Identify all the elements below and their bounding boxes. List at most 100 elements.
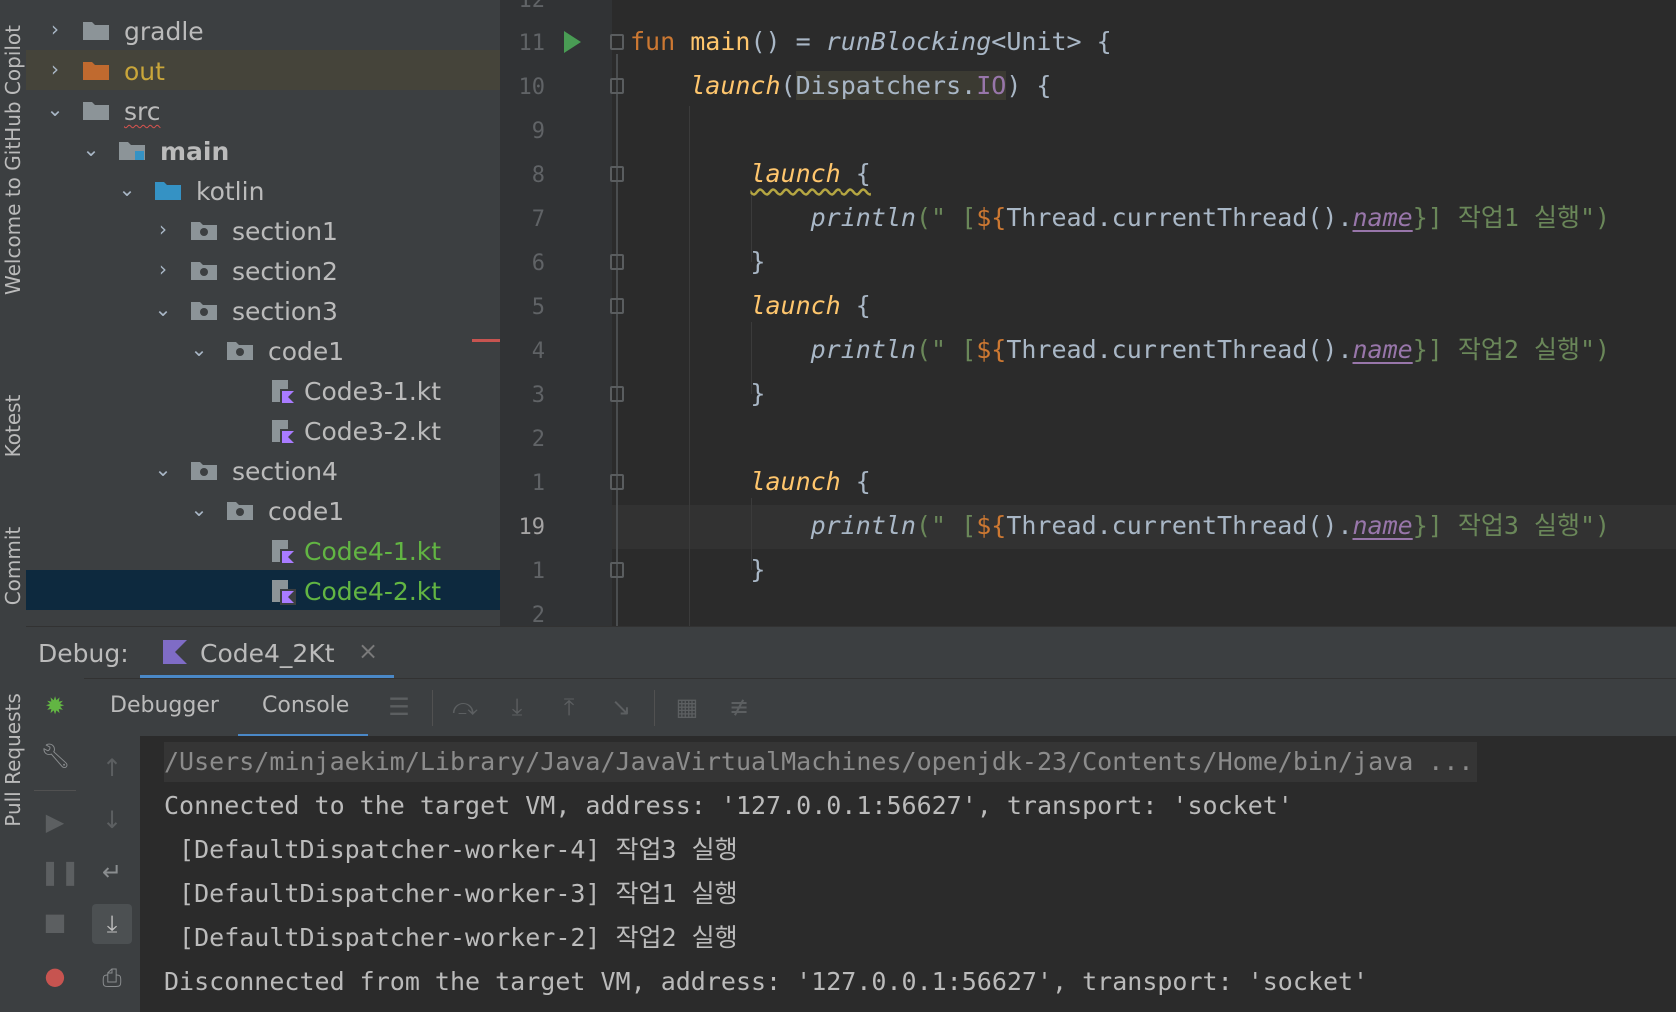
- tree-item-code4-2[interactable]: Code4-2.kt: [26, 570, 500, 610]
- code-line-11: fun main() = runBlocking<Unit> {: [630, 22, 1112, 62]
- code-editor[interactable]: 12 11 10 9 8 7 6 5 4 3 2 1 19 1 2 fun ma…: [500, 0, 1676, 626]
- fold-marker-icon[interactable]: [610, 386, 624, 402]
- code-token: name: [1352, 511, 1413, 540]
- step-out-icon[interactable]: ⤒: [554, 693, 584, 721]
- console-actions-bar: ↑ ↓ ↵ ⤓ ⎙: [84, 736, 141, 1012]
- tree-item-label: main: [160, 137, 230, 166]
- scroll-to-end-icon: ⤓: [106, 910, 118, 938]
- tree-item-section1[interactable]: › section1: [26, 210, 500, 250]
- fold-marker-icon[interactable]: [610, 254, 624, 270]
- kotlin-file-icon: [270, 379, 298, 405]
- chevron-down-icon[interactable]: ⌄: [190, 498, 208, 520]
- scroll-to-end-button[interactable]: ⤓: [92, 904, 132, 944]
- print-icon[interactable]: ⎙: [97, 964, 127, 992]
- code-token: main: [690, 27, 751, 56]
- step-into-icon[interactable]: ⤓: [502, 693, 532, 721]
- view-breakpoints-icon[interactable]: ●: [40, 962, 70, 990]
- settings-wrench-icon[interactable]: 🔧︎: [40, 742, 70, 770]
- chevron-right-icon[interactable]: ›: [46, 58, 64, 80]
- code-token: Thread.currentThread().: [1006, 335, 1353, 364]
- code-token: println: [810, 335, 916, 364]
- package-icon: [226, 339, 254, 361]
- code-line-1b: }: [630, 550, 765, 590]
- tree-item-code1[interactable]: ⌄ code1: [26, 330, 500, 370]
- chevron-right-icon[interactable]: ›: [154, 218, 172, 240]
- tree-item-label: section2: [232, 257, 338, 286]
- chevron-right-icon[interactable]: ›: [46, 18, 64, 40]
- code-token: launch: [750, 159, 841, 188]
- tool-window-strip: Welcome to GitHub Copilot Kotest Commit …: [0, 0, 27, 1012]
- copilot-tool-button[interactable]: Welcome to GitHub Copilot: [1, 25, 25, 295]
- chevron-right-icon[interactable]: ›: [154, 258, 172, 280]
- console-line-command[interactable]: /Users/minjaekim/Library/Java/JavaVirtua…: [164, 742, 1478, 782]
- console-line: [DefaultDispatcher-worker-4] 작업3 실행: [164, 835, 738, 864]
- tree-item-gradle[interactable]: › gradle: [26, 10, 500, 50]
- resume-icon[interactable]: ▶: [40, 808, 70, 836]
- tree-item-main[interactable]: ⌄ main: [26, 130, 500, 170]
- pull-requests-tool-button[interactable]: Pull Requests: [1, 693, 25, 827]
- fold-marker-icon[interactable]: [610, 78, 624, 94]
- tree-item-code1[interactable]: ⌄ code1: [26, 490, 500, 530]
- chevron-down-icon[interactable]: ⌄: [118, 178, 136, 200]
- tab-debugger[interactable]: Debugger: [84, 679, 238, 737]
- run-gutter-icon[interactable]: [564, 31, 581, 53]
- fold-marker-icon[interactable]: [610, 34, 624, 50]
- soft-wrap-icon[interactable]: ↵: [97, 858, 127, 886]
- code-line-3: }: [630, 374, 765, 414]
- tree-item-label: section1: [232, 217, 338, 246]
- step-over-icon[interactable]: ⤼: [450, 693, 480, 721]
- tree-item-label: Code4-2.kt: [304, 577, 442, 606]
- down-arrow-icon[interactable]: ↓: [97, 806, 127, 834]
- fold-marker-icon[interactable]: [610, 562, 624, 578]
- code-token: println: [810, 511, 916, 540]
- chevron-down-icon[interactable]: ⌄: [154, 298, 172, 320]
- chevron-down-icon[interactable]: ⌄: [46, 98, 64, 120]
- fold-marker-icon[interactable]: [610, 166, 624, 182]
- code-token: IO: [976, 71, 1007, 100]
- code-token: Thread.currentThread().: [1006, 511, 1353, 540]
- chevron-down-icon[interactable]: ⌄: [82, 138, 100, 160]
- close-tab-icon[interactable]: ×: [358, 637, 378, 665]
- code-token: }] 작업2 실행"): [1412, 335, 1611, 364]
- console-output[interactable]: /Users/minjaekim/Library/Java/JavaVirtua…: [140, 736, 1676, 1012]
- kotlin-file-icon: [270, 419, 298, 445]
- tree-item-code4-1[interactable]: Code4-1.kt: [26, 530, 500, 570]
- evaluate-expression-icon[interactable]: ▦: [672, 693, 702, 721]
- tree-item-out[interactable]: › out: [26, 50, 500, 90]
- tree-item-kotlin[interactable]: ⌄ kotlin: [26, 170, 500, 210]
- tree-item-section3[interactable]: ⌄ section3: [26, 290, 500, 330]
- tab-console[interactable]: Console: [238, 679, 368, 738]
- trace-icon[interactable]: ≢: [724, 693, 754, 721]
- kotlin-run-config-icon: [163, 640, 187, 664]
- fold-marker-icon[interactable]: [610, 298, 624, 314]
- excluded-folder-icon: [83, 62, 109, 80]
- run-to-cursor-icon[interactable]: ↘: [606, 693, 636, 721]
- tree-item-section4[interactable]: ⌄ section4: [26, 450, 500, 490]
- folder-icon: [82, 19, 110, 41]
- menu-icon[interactable]: ☰: [384, 693, 414, 721]
- stop-icon[interactable]: ■: [40, 908, 70, 936]
- code-line-10: launch(Dispatchers.IO) {: [630, 66, 1051, 106]
- debug-bug-icon[interactable]: ✹: [40, 692, 70, 720]
- chevron-down-icon[interactable]: ⌄: [154, 458, 172, 480]
- folder-icon: [82, 99, 110, 121]
- tree-item-label: gradle: [124, 17, 204, 46]
- project-tree: › gradle › out ⌄ src ⌄ main ⌄ kotlin › s…: [26, 0, 500, 626]
- commit-tool-button[interactable]: Commit: [1, 527, 25, 606]
- debug-session-tab[interactable]: Code4_2Kt ×: [140, 627, 394, 679]
- tree-item-label: Code3-1.kt: [304, 377, 442, 406]
- code-token: name: [1352, 335, 1413, 364]
- fold-marker-icon[interactable]: [610, 474, 624, 490]
- tree-item-code3-1[interactable]: Code3-1.kt: [26, 370, 500, 410]
- tree-item-section2[interactable]: › section2: [26, 250, 500, 290]
- kotest-tool-button[interactable]: Kotest: [1, 395, 25, 458]
- pause-icon[interactable]: ❚❚: [40, 858, 80, 886]
- line-number: 2: [531, 603, 545, 626]
- tree-item-src[interactable]: ⌄ src: [26, 90, 500, 130]
- code-token: {: [840, 159, 871, 188]
- chevron-down-icon[interactable]: ⌄: [190, 338, 208, 360]
- tree-item-code3-2[interactable]: Code3-2.kt: [26, 410, 500, 450]
- code-token: runBlocking: [825, 27, 992, 56]
- up-arrow-icon[interactable]: ↑: [97, 754, 127, 782]
- line-number: 11: [518, 31, 546, 56]
